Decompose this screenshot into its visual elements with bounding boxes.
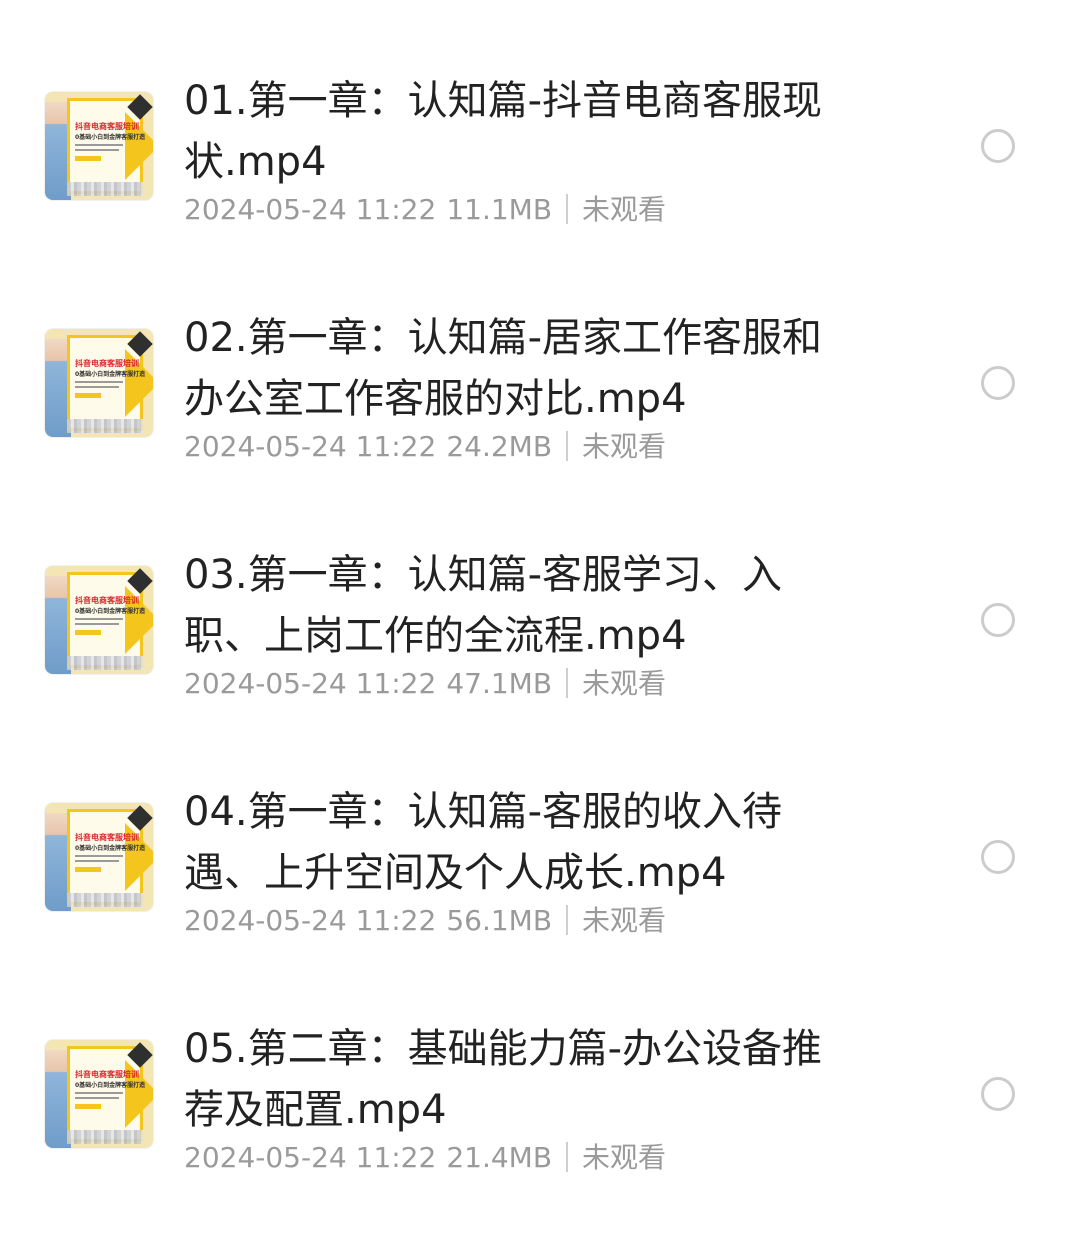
watch-status: 未观看 [582, 1141, 667, 1174]
thumbnail-city-skyline [67, 1130, 143, 1144]
watch-status: 未观看 [582, 667, 667, 700]
list-item[interactable]: 抖音电商客服培训 0基础小白到金牌客服打造 01.第一章：认知篇-抖音电商客服现… [0, 50, 1078, 287]
meta-divider [566, 431, 569, 461]
meta-divider [566, 1142, 569, 1172]
file-name[interactable]: 05.第二章：基础能力篇-办公设备推荐及配置.mp4 [184, 1019, 856, 1141]
meta-divider [566, 905, 569, 935]
thumbnail-subtitle: 0基础小白到金牌客服打造 [75, 845, 146, 852]
video-thumbnail[interactable]: 抖音电商客服培训 0基础小白到金牌客服打造 [45, 803, 153, 911]
list-item[interactable]: 抖音电商客服培训 0基础小白到金牌客服打造 03.第一章：认知篇-客服学习、入职… [0, 524, 1078, 761]
thumbnail-text-line [75, 1097, 119, 1099]
thumbnail-subtitle: 0基础小白到金牌客服打造 [75, 134, 146, 141]
thumbnail-text-line [75, 855, 123, 857]
radio-unchecked-icon[interactable] [981, 1077, 1015, 1111]
list-item[interactable]: 抖音电商客服培训 0基础小白到金牌客服打造 05.第二章：基础能力篇-办公设备推… [0, 998, 1078, 1235]
thumbnail-text-line [75, 144, 123, 146]
file-meta: 2024-05-24 11:22 24.2MB 未观看 [184, 426, 666, 468]
thumbnail-badge [75, 1104, 101, 1109]
file-meta: 2024-05-24 11:22 47.1MB 未观看 [184, 663, 666, 705]
thumbnail-text-line [75, 1092, 123, 1094]
file-size: 11.1MB [446, 193, 553, 226]
file-meta: 2024-05-24 11:22 11.1MB 未观看 [184, 189, 666, 231]
thumbnail-subtitle: 0基础小白到金牌客服打造 [75, 371, 146, 378]
thumbnail-title: 抖音电商客服培训 [75, 1070, 139, 1079]
thumbnail-badge [75, 393, 101, 398]
meta-divider [566, 668, 569, 698]
file-date: 2024-05-24 11:22 [184, 667, 437, 700]
thumbnail-subtitle: 0基础小白到金牌客服打造 [75, 608, 146, 615]
thumbnail-text-line [75, 381, 123, 383]
radio-unchecked-icon[interactable] [981, 366, 1015, 400]
thumbnail-city-skyline [67, 656, 143, 670]
thumbnail-city-skyline [67, 419, 143, 433]
thumbnail-title: 抖音电商客服培训 [75, 833, 139, 842]
file-size: 21.4MB [446, 1141, 553, 1174]
thumbnail-text-line [75, 386, 119, 388]
file-date: 2024-05-24 11:22 [184, 430, 437, 463]
list-item[interactable]: 抖音电商客服培训 0基础小白到金牌客服打造 02.第一章：认知篇-居家工作客服和… [0, 287, 1078, 524]
video-thumbnail[interactable]: 抖音电商客服培训 0基础小白到金牌客服打造 [45, 329, 153, 437]
file-meta: 2024-05-24 11:22 21.4MB 未观看 [184, 1137, 666, 1179]
file-size: 24.2MB [446, 430, 553, 463]
thumbnail-text-line [75, 149, 119, 151]
meta-divider [566, 194, 569, 224]
thumbnail-title: 抖音电商客服培训 [75, 596, 139, 605]
thumbnail-city-skyline [67, 182, 143, 196]
thumbnail-badge [75, 630, 101, 635]
file-meta: 2024-05-24 11:22 56.1MB 未观看 [184, 900, 666, 942]
file-date: 2024-05-24 11:22 [184, 1141, 437, 1174]
watch-status: 未观看 [582, 904, 667, 937]
radio-unchecked-icon[interactable] [981, 603, 1015, 637]
video-thumbnail[interactable]: 抖音电商客服培训 0基础小白到金牌客服打造 [45, 1040, 153, 1148]
file-name[interactable]: 04.第一章：认知篇-客服的收入待遇、上升空间及个人成长.mp4 [184, 782, 856, 904]
thumbnail-text-line [75, 623, 119, 625]
file-date: 2024-05-24 11:22 [184, 904, 437, 937]
file-date: 2024-05-24 11:22 [184, 193, 437, 226]
radio-unchecked-icon[interactable] [981, 840, 1015, 874]
thumbnail-badge [75, 156, 101, 161]
file-name[interactable]: 03.第一章：认知篇-客服学习、入职、上岗工作的全流程.mp4 [184, 545, 856, 667]
thumbnail-subtitle: 0基础小白到金牌客服打造 [75, 1082, 146, 1089]
radio-unchecked-icon[interactable] [981, 129, 1015, 163]
watch-status: 未观看 [582, 430, 667, 463]
file-name[interactable]: 01.第一章：认知篇-抖音电商客服现状.mp4 [184, 71, 856, 193]
video-thumbnail[interactable]: 抖音电商客服培训 0基础小白到金牌客服打造 [45, 566, 153, 674]
file-size: 47.1MB [446, 667, 553, 700]
list-item[interactable]: 抖音电商客服培训 0基础小白到金牌客服打造 04.第一章：认知篇-客服的收入待遇… [0, 761, 1078, 998]
file-name[interactable]: 02.第一章：认知篇-居家工作客服和办公室工作客服的对比.mp4 [184, 308, 856, 430]
thumbnail-badge [75, 867, 101, 872]
file-size: 56.1MB [446, 904, 553, 937]
thumbnail-title: 抖音电商客服培训 [75, 359, 139, 368]
video-thumbnail[interactable]: 抖音电商客服培训 0基础小白到金牌客服打造 [45, 92, 153, 200]
thumbnail-title: 抖音电商客服培训 [75, 122, 139, 131]
thumbnail-city-skyline [67, 893, 143, 907]
file-list: 抖音电商客服培训 0基础小白到金牌客服打造 01.第一章：认知篇-抖音电商客服现… [0, 0, 1078, 1235]
watch-status: 未观看 [582, 193, 667, 226]
thumbnail-text-line [75, 860, 119, 862]
thumbnail-text-line [75, 618, 123, 620]
